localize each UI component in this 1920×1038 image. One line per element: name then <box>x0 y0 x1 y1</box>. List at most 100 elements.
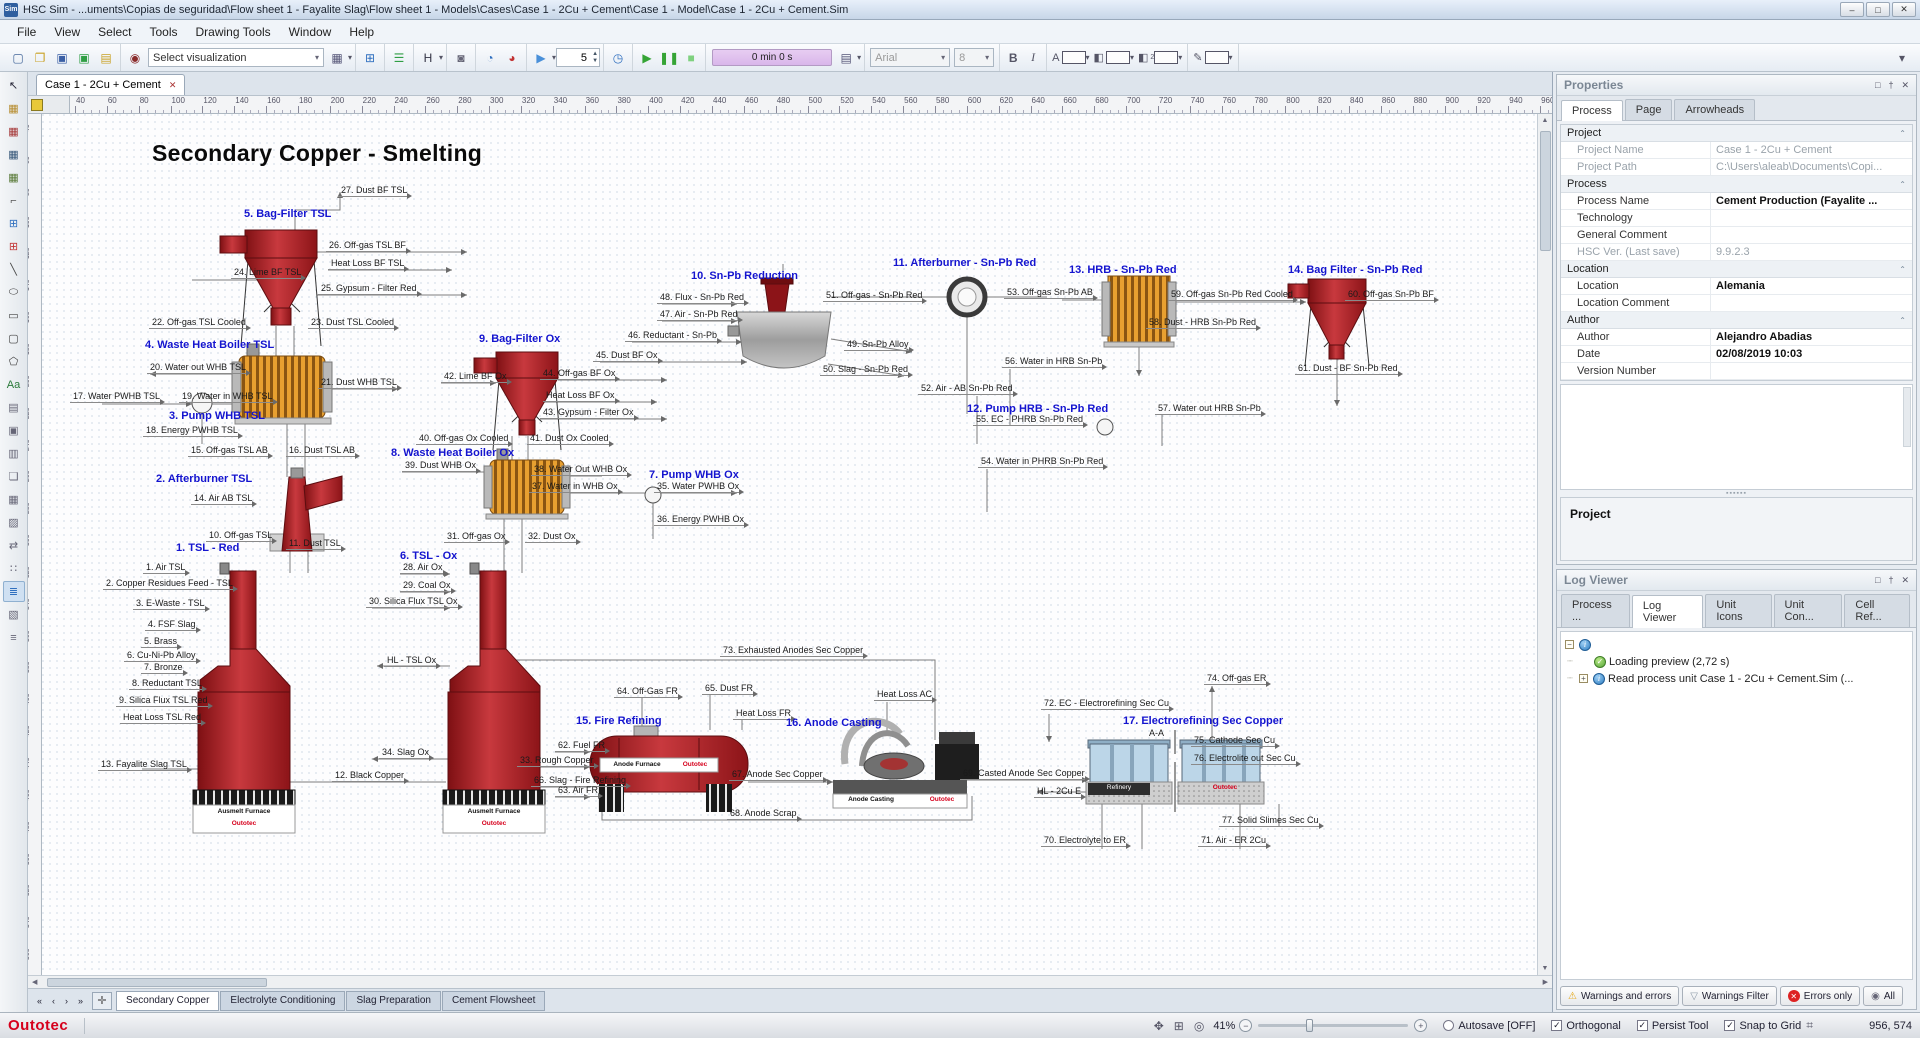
menu-file[interactable]: File <box>8 22 45 42</box>
stream-label[interactable]: 5. Brass <box>141 636 180 648</box>
new-file-icon[interactable]: ▢ <box>8 48 28 68</box>
stream-label[interactable]: 43. Gypsum - Filter Ox <box>540 407 637 419</box>
pan-hand-icon[interactable]: ✥ <box>1154 1019 1164 1033</box>
stream-label[interactable]: 55. EC - PHRB Sn-Pb Red <box>973 414 1086 426</box>
stream-label[interactable]: 8. Reductant TSL <box>129 678 205 690</box>
stream-label[interactable]: 53. Off-gas Sn-Pb AB <box>1004 287 1096 299</box>
scroll-down-icon[interactable]: ▼ <box>1542 962 1549 975</box>
property-value[interactable]: 9.9.2.3 <box>1711 246 1912 258</box>
log-entry[interactable]: ┈+iRead process unit Case 1 - 2Cu + Ceme… <box>1563 670 1910 687</box>
visualization-select-arrow[interactable]: ▾ <box>309 53 319 62</box>
stream-label[interactable]: 22. Off-gas TSL Cooled <box>149 317 249 329</box>
unit-label[interactable]: 12. Pump HRB - Sn-Pb Red <box>967 403 1108 415</box>
line-tool-icon[interactable]: ╲ <box>3 259 25 280</box>
properties-tab-arrowheads[interactable]: Arrowheads <box>1674 99 1755 120</box>
font-color-swatch[interactable]: A ▾ <box>1052 51 1089 64</box>
stream-label[interactable]: 67. Anode Sec Copper <box>729 769 826 781</box>
stream-label[interactable]: 31. Off-gas Ox <box>444 531 508 543</box>
stream-label[interactable]: 48. Flux - Sn-Pb Red <box>657 292 747 304</box>
scroll-left-icon[interactable]: ◀ <box>28 978 41 986</box>
menu-select[interactable]: Select <box>89 22 140 42</box>
property-group-header[interactable]: Process⌃ <box>1561 176 1912 193</box>
image-tool-icon[interactable]: ▣ <box>3 420 25 441</box>
page-nav-2[interactable]: ‹ <box>47 994 60 1008</box>
unit-label[interactable]: 6. TSL - Ox <box>400 550 457 562</box>
stream-label[interactable]: 2. Copper Residues Feed - TSL <box>103 578 236 590</box>
maximize-button[interactable]: □ <box>1866 2 1890 17</box>
unit-label[interactable]: 1. TSL - Red <box>176 542 239 554</box>
stream-label[interactable]: 72. EC - Electrorefining Sec Cu <box>1041 698 1172 710</box>
property-row[interactable]: Project PathC:\Users\aleab\Documents\Cop… <box>1561 159 1912 176</box>
textbox-tool-icon[interactable]: ▤ <box>3 397 25 418</box>
insert-table-icon[interactable]: ⊞ <box>360 48 380 68</box>
stream-label[interactable]: 71. Air - ER 2Cu <box>1198 835 1269 847</box>
pin-panel-icon[interactable]: † <box>1888 575 1893 585</box>
stream-label[interactable]: 64. Off-Gas FR <box>614 686 681 698</box>
stream-label[interactable]: 21. Dust WHB TSL <box>318 377 400 389</box>
stream-label[interactable]: 58. Dust - HRB Sn-Pb Red <box>1146 317 1259 329</box>
stream-label[interactable]: 45. Dust BF Ox <box>593 350 661 362</box>
stamp-tool-icon[interactable]: ▧ <box>3 604 25 625</box>
stream-label[interactable]: 40. Off-gas Ox Cooled <box>416 433 511 445</box>
log-tab-3[interactable]: Unit Icons <box>1705 594 1771 627</box>
page-tab-cement-flowsheet[interactable]: Cement Flowsheet <box>442 991 545 1011</box>
stream-label[interactable]: 26. Off-gas TSL BF <box>326 240 409 252</box>
stream-label[interactable]: 30. Silica Flux TSL Ox <box>366 596 461 608</box>
stop-icon[interactable]: ■ <box>681 48 701 68</box>
stream-label[interactable]: 42. Lime BF Ox <box>441 371 510 383</box>
log-tab-4[interactable]: Unit Con... <box>1774 594 1843 627</box>
collapse-icon[interactable]: ⌃ <box>1899 129 1906 138</box>
unit-label[interactable]: 11. Afterburner - Sn-Pb Red <box>893 257 1036 269</box>
stream-label[interactable]: 10. Off-gas TSL <box>206 530 275 542</box>
unit-fire-refining[interactable] <box>590 726 748 812</box>
property-row[interactable]: AuthorAlejandro Abadias <box>1561 329 1912 346</box>
stream-label[interactable]: 41. Dust Ox Cooled <box>527 433 612 445</box>
stream-label[interactable]: 52. Air - AB Sn-Pb Red <box>918 383 1016 395</box>
stream-label[interactable]: 29. Coal Ox <box>400 580 454 592</box>
font-size-select[interactable]: 8▾ <box>954 48 994 67</box>
visualization-select[interactable]: Select visualization▾ <box>148 48 324 67</box>
stream-label[interactable]: 62. Fuel FR <box>555 740 608 752</box>
stream-label[interactable]: 17. Water PWHB TSL <box>70 391 163 403</box>
unit-label[interactable]: 7. Pump WHB Ox <box>649 469 739 481</box>
schedule-clock-icon[interactable]: ◷ <box>608 48 628 68</box>
log-entry[interactable]: ┈✓Loading preview (2,72 s) <box>1563 653 1910 670</box>
chart-tool-icon[interactable]: ▥ <box>3 443 25 464</box>
collapse-icon[interactable]: ⌃ <box>1899 265 1906 274</box>
unit-label[interactable]: 13. HRB - Sn-Pb Red <box>1069 264 1177 276</box>
grid-settings-icon[interactable]: ⌗ <box>1806 1018 1813 1033</box>
unit-label[interactable]: 3. Pump WHB TSL <box>169 410 265 422</box>
stream-label[interactable]: 11. Dust TSL <box>286 538 344 550</box>
italic-button[interactable]: I <box>1023 48 1043 68</box>
maximize-panel-icon[interactable]: □ <box>1875 575 1880 585</box>
stream-label[interactable]: 28. Air Ox <box>400 562 446 574</box>
collapse-icon[interactable]: ⌃ <box>1899 316 1906 325</box>
stream-label[interactable]: 46. Reductant - Sn-Pb <box>625 330 720 342</box>
stream-label[interactable]: 44. Off-gas BF Ox <box>540 368 618 380</box>
fill-color-2-swatch[interactable]: ◧2 ▾ <box>1138 51 1182 64</box>
spin-up-icon[interactable]: ▲ <box>592 51 598 57</box>
maximize-panel-icon[interactable]: □ <box>1875 80 1880 90</box>
menu-window[interactable]: Window <box>280 22 341 42</box>
stream-label[interactable]: 68. Anode Scrap <box>727 808 800 820</box>
iterations-spinner[interactable]: 5▲▼ <box>556 48 600 67</box>
calendar-table-icon[interactable]: ▦ <box>327 48 347 68</box>
unit-label[interactable]: 16. Anode Casting <box>786 717 882 729</box>
log-button-warnings-and-errors[interactable]: ⚠Warnings and errors <box>1560 986 1679 1006</box>
toggle-snap-to-grid[interactable]: ✓Snap to Grid <box>1724 1020 1801 1032</box>
page-nav-1[interactable]: « <box>32 994 47 1008</box>
zoom-out-button[interactable]: − <box>1239 1019 1252 1032</box>
property-value[interactable]: Alejandro Abadias <box>1711 331 1912 343</box>
fill-color-swatch[interactable]: ◧ ▾ <box>1094 51 1134 64</box>
stream-label[interactable]: 13. Fayalite Slag TSL <box>98 759 190 771</box>
document-tab[interactable]: Case 1 - 2Cu + Cement ✕ <box>36 74 185 95</box>
close-button[interactable]: ✕ <box>1892 2 1916 17</box>
zoom-100-icon[interactable]: ◎ <box>1194 1019 1204 1033</box>
unit-label[interactable]: 5. Bag-Filter TSL <box>244 208 331 220</box>
stream-label[interactable]: 18. Energy PWHB TSL <box>143 425 241 437</box>
stream-label[interactable]: 4. FSF Slag <box>145 619 199 631</box>
diagram-blue-icon[interactable]: ◔ <box>480 48 500 68</box>
menu-drawing-tools[interactable]: Drawing Tools <box>187 22 280 42</box>
stream-label[interactable]: 47. Air - Sn-Pb Red <box>657 309 741 321</box>
line-color-swatch[interactable]: ✎ ▾ <box>1193 51 1232 64</box>
